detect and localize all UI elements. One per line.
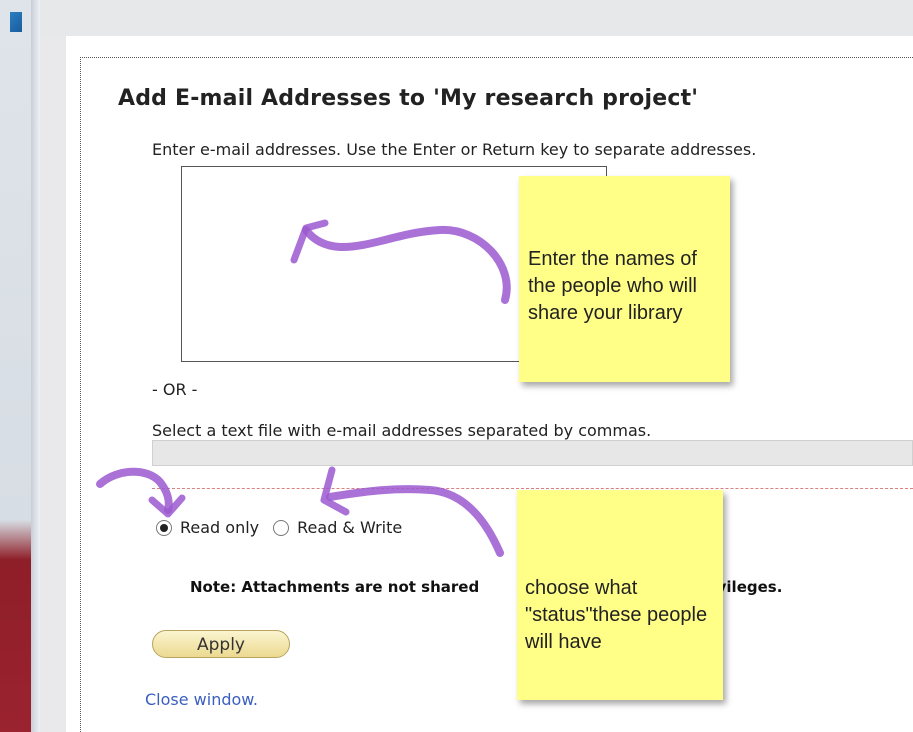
email-instructions: Enter e-mail addresses. Use the Enter or… — [152, 140, 757, 159]
sticky-note-email: Enter the names of the people who will s… — [519, 176, 730, 382]
window-left-edge — [0, 0, 40, 732]
window-accent — [10, 12, 22, 32]
permission-options: Read only Read & Write — [156, 518, 416, 537]
read-only-label[interactable]: Read only — [180, 518, 259, 537]
sticky-note-status: choose what "status"these people will ha… — [517, 490, 723, 700]
sticky-note-status-text: choose what "status"these people will ha… — [525, 577, 708, 653]
apply-button[interactable]: Apply — [152, 630, 290, 658]
sticky-note-email-text: Enter the names of the people who will s… — [528, 248, 697, 324]
window-border — [31, 0, 40, 732]
dialog-title: Add E-mail Addresses to 'My research pro… — [118, 86, 699, 111]
read-write-label[interactable]: Read & Write — [297, 518, 402, 537]
read-write-radio[interactable] — [273, 519, 290, 536]
attachments-note-start: Note: Attachments are not shared — [190, 578, 480, 596]
section-divider — [152, 488, 913, 489]
file-select-label: Select a text file with e-mail addresses… — [152, 421, 652, 440]
file-upload-input[interactable] — [152, 440, 913, 466]
or-separator: - OR - — [152, 380, 198, 399]
read-only-radio[interactable] — [156, 519, 172, 536]
window-top-band — [40, 0, 913, 38]
close-window-link[interactable]: Close window. — [145, 690, 258, 709]
